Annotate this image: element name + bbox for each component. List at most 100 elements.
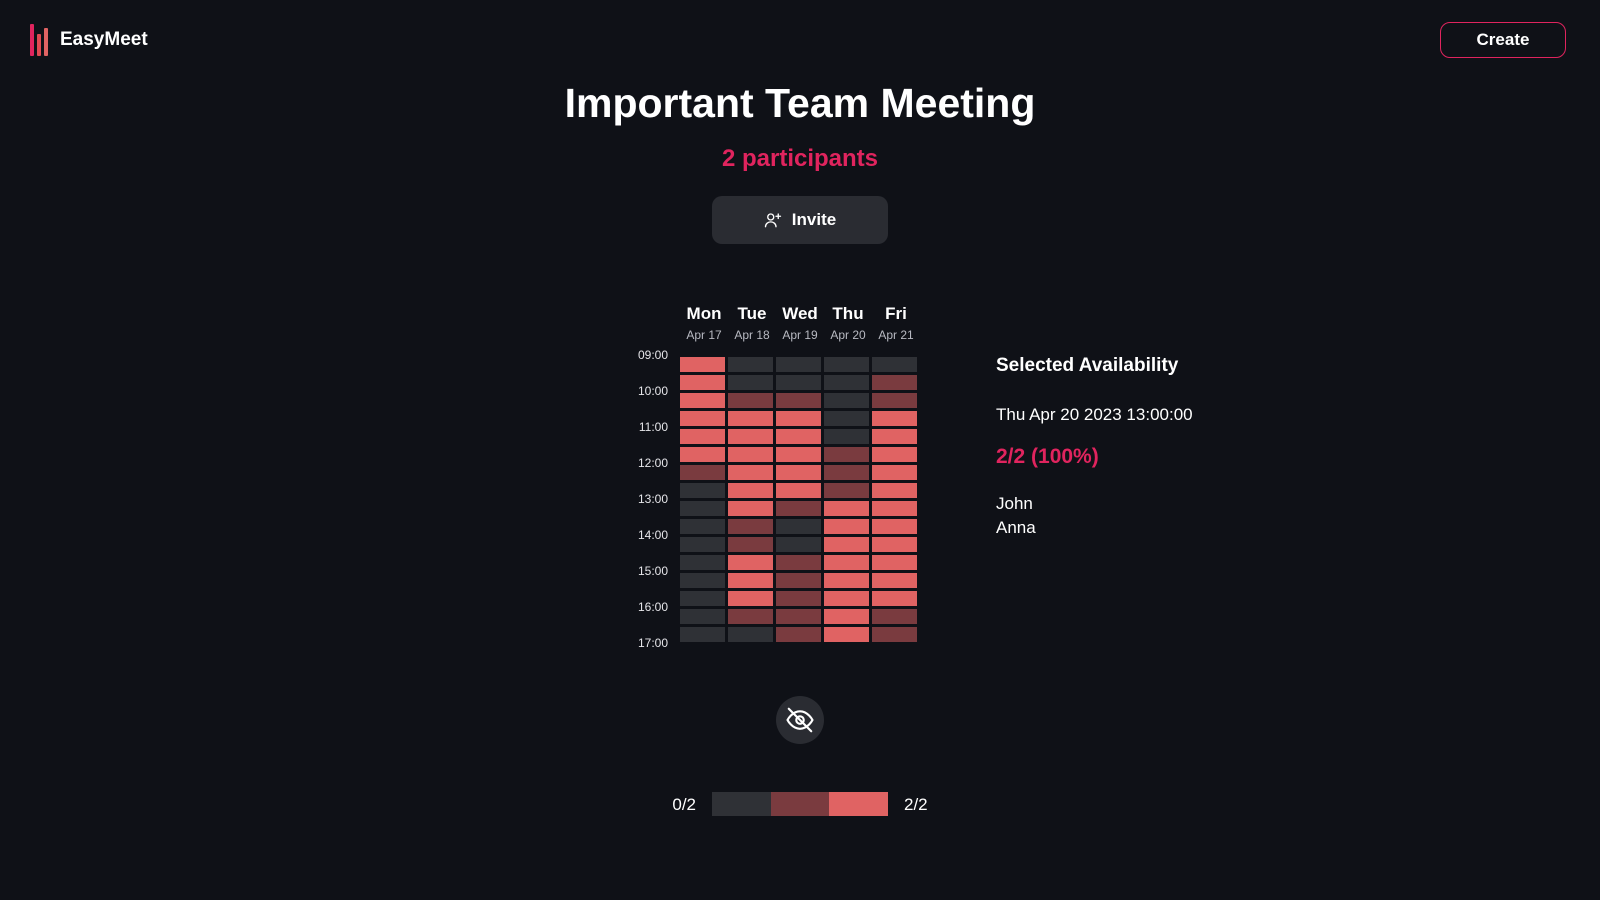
slot-wed-3[interactable]: [776, 411, 821, 426]
slot-thu-1[interactable]: [824, 375, 869, 390]
slot-thu-7[interactable]: [824, 483, 869, 498]
slot-thu-4[interactable]: [824, 429, 869, 444]
slot-wed-15[interactable]: [776, 627, 821, 642]
slot-wed-0[interactable]: [776, 357, 821, 372]
slot-tue-11[interactable]: [728, 555, 773, 570]
slot-fri-12[interactable]: [872, 573, 917, 588]
slot-fri-10[interactable]: [872, 537, 917, 552]
slot-thu-12[interactable]: [824, 573, 869, 588]
slot-wed-5[interactable]: [776, 447, 821, 462]
availability-score: 2/2 (100%): [996, 445, 1099, 468]
slot-tue-9[interactable]: [728, 519, 773, 534]
time-label: 15:00: [637, 564, 668, 578]
slot-fri-7[interactable]: [872, 483, 917, 498]
slot-mon-13[interactable]: [680, 591, 725, 606]
toggle-visibility-button[interactable]: [776, 696, 824, 744]
slot-mon-15[interactable]: [680, 627, 725, 642]
slot-tue-12[interactable]: [728, 573, 773, 588]
slot-thu-6[interactable]: [824, 465, 869, 480]
slot-thu-11[interactable]: [824, 555, 869, 570]
slot-wed-8[interactable]: [776, 501, 821, 516]
slot-wed-11[interactable]: [776, 555, 821, 570]
slot-tue-4[interactable]: [728, 429, 773, 444]
slot-thu-2[interactable]: [824, 393, 869, 408]
day-header-thu: Thu Apr 20: [824, 304, 872, 342]
day-date: Apr 18: [734, 328, 770, 342]
slot-thu-5[interactable]: [824, 447, 869, 462]
slot-thu-13[interactable]: [824, 591, 869, 606]
slot-wed-4[interactable]: [776, 429, 821, 444]
slot-tue-1[interactable]: [728, 375, 773, 390]
slot-mon-7[interactable]: [680, 483, 725, 498]
slot-fri-0[interactable]: [872, 357, 917, 372]
slot-fri-3[interactable]: [872, 411, 917, 426]
create-button[interactable]: Create: [1440, 22, 1566, 58]
slot-wed-7[interactable]: [776, 483, 821, 498]
slot-wed-14[interactable]: [776, 609, 821, 624]
slot-tue-15[interactable]: [728, 627, 773, 642]
slot-tue-10[interactable]: [728, 537, 773, 552]
slot-tue-2[interactable]: [728, 393, 773, 408]
time-label: 11:00: [638, 420, 668, 434]
time-label: 09:00: [637, 348, 668, 362]
slot-fri-6[interactable]: [872, 465, 917, 480]
slot-wed-2[interactable]: [776, 393, 821, 408]
slot-mon-8[interactable]: [680, 501, 725, 516]
slot-wed-9[interactable]: [776, 519, 821, 534]
slot-wed-1[interactable]: [776, 375, 821, 390]
slot-tue-3[interactable]: [728, 411, 773, 426]
day-name: Mon: [686, 304, 722, 323]
slot-tue-5[interactable]: [728, 447, 773, 462]
slot-fri-9[interactable]: [872, 519, 917, 534]
slot-mon-4[interactable]: [680, 429, 725, 444]
slot-tue-14[interactable]: [728, 609, 773, 624]
slot-mon-1[interactable]: [680, 375, 725, 390]
slot-thu-8[interactable]: [824, 501, 869, 516]
legend-swatch-0: [712, 792, 771, 816]
slot-thu-14[interactable]: [824, 609, 869, 624]
slot-fri-5[interactable]: [872, 447, 917, 462]
slot-thu-15[interactable]: [824, 627, 869, 642]
slot-mon-14[interactable]: [680, 609, 725, 624]
brand[interactable]: EasyMeet: [30, 24, 148, 56]
slot-tue-0[interactable]: [728, 357, 773, 372]
slot-fri-11[interactable]: [872, 555, 917, 570]
slot-fri-15[interactable]: [872, 627, 917, 642]
slot-thu-10[interactable]: [824, 537, 869, 552]
slot-tue-6[interactable]: [728, 465, 773, 480]
slot-wed-12[interactable]: [776, 573, 821, 588]
slot-thu-0[interactable]: [824, 357, 869, 372]
slot-mon-0[interactable]: [680, 357, 725, 372]
day-date: Apr 19: [782, 328, 818, 342]
invite-button[interactable]: Invite: [712, 196, 888, 244]
legend-swatch-2: [829, 792, 889, 816]
slot-fri-1[interactable]: [872, 375, 917, 390]
user-plus-icon: [764, 213, 781, 228]
day-header-wed: Wed Apr 19: [776, 304, 824, 342]
legend-max-label: 2/2: [904, 795, 928, 814]
day-date: Apr 17: [686, 328, 722, 342]
slot-mon-6[interactable]: [680, 465, 725, 480]
slot-tue-7[interactable]: [728, 483, 773, 498]
slot-fri-8[interactable]: [872, 501, 917, 516]
slot-mon-10[interactable]: [680, 537, 725, 552]
slot-tue-13[interactable]: [728, 591, 773, 606]
slot-wed-10[interactable]: [776, 537, 821, 552]
slot-fri-4[interactable]: [872, 429, 917, 444]
slot-mon-5[interactable]: [680, 447, 725, 462]
slot-mon-9[interactable]: [680, 519, 725, 534]
slot-fri-13[interactable]: [872, 591, 917, 606]
slot-thu-9[interactable]: [824, 519, 869, 534]
slot-tue-8[interactable]: [728, 501, 773, 516]
slot-fri-14[interactable]: [872, 609, 917, 624]
time-label: 16:00: [637, 600, 668, 614]
slot-mon-2[interactable]: [680, 393, 725, 408]
slot-mon-11[interactable]: [680, 555, 725, 570]
slot-thu-3[interactable]: [824, 411, 869, 426]
slot-wed-13[interactable]: [776, 591, 821, 606]
slot-wed-6[interactable]: [776, 465, 821, 480]
brand-name: EasyMeet: [60, 29, 148, 50]
slot-fri-2[interactable]: [872, 393, 917, 408]
slot-mon-3[interactable]: [680, 411, 725, 426]
slot-mon-12[interactable]: [680, 573, 725, 588]
